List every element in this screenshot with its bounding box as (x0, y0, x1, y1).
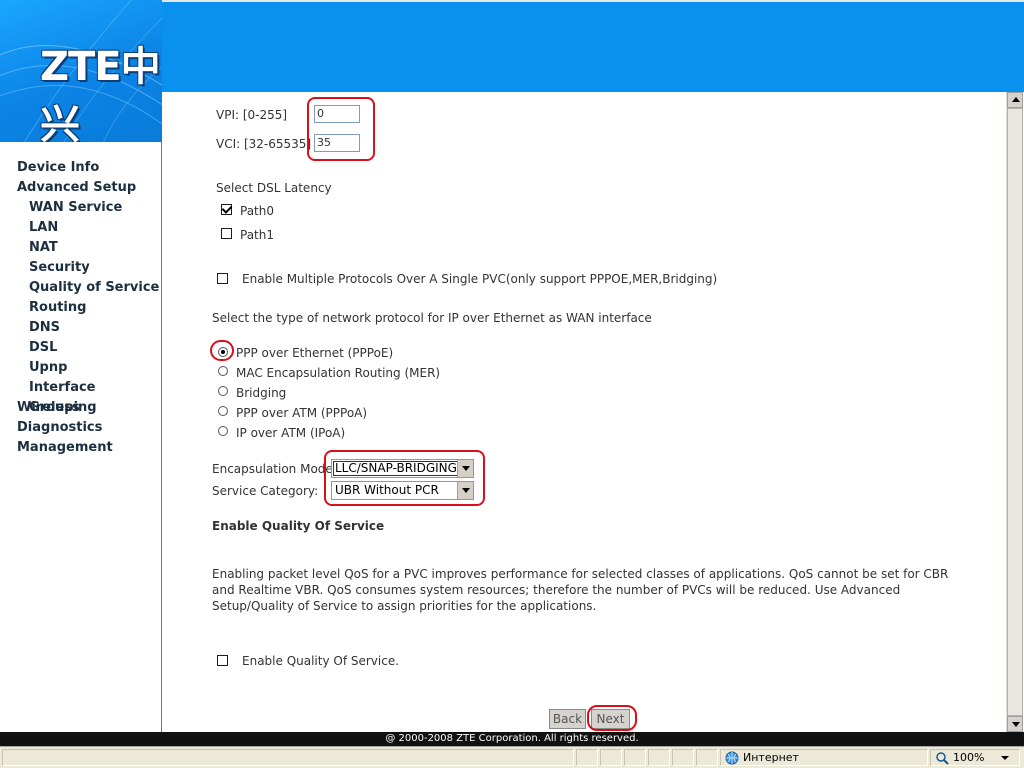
sidebar-nav: Device Info Advanced Setup WAN Service L… (0, 142, 162, 732)
protocol-label-ipoa: IP over ATM (IPoA) (236, 426, 346, 440)
status-segment (600, 749, 622, 766)
qos-description: Enabling packet level QoS for a PVC impr… (212, 567, 949, 613)
protocol-radio-ipoa[interactable] (218, 426, 228, 436)
sidebar-item-management[interactable]: Management (0, 438, 161, 458)
protocol-radio-pppoa[interactable] (218, 406, 228, 416)
path0-label: Path0 (240, 204, 274, 218)
status-zoom-segment[interactable]: 100% (930, 749, 1020, 766)
sidebar-item-quality-of-service[interactable]: Quality of Service (0, 278, 161, 298)
latency-title: Select DSL Latency (216, 181, 332, 195)
vpi-input[interactable]: 0 (314, 105, 360, 123)
sidebar-item-lan[interactable]: LAN (0, 218, 161, 238)
multi-protocol-checkbox[interactable] (217, 273, 228, 284)
next-button[interactable]: Next (591, 709, 630, 729)
status-segment (696, 749, 718, 766)
status-zone-segment: Интернет (720, 749, 928, 766)
qos-enable-label: Enable Quality Of Service. (242, 654, 400, 668)
protocol-label-bridging: Bridging (236, 386, 287, 400)
status-segment (576, 749, 598, 766)
sidebar-item-dsl[interactable]: DSL (0, 338, 161, 358)
scroll-thumb[interactable] (1007, 108, 1023, 716)
main-content: VPI: [0-255] 0 VCI: [32-65535] 35 Select… (162, 92, 1006, 732)
sidebar-item-wan-service[interactable]: WAN Service (0, 198, 161, 218)
protocol-radio-mer[interactable] (218, 366, 228, 376)
service-category-label: Service Category: (212, 484, 319, 498)
sidebar-item-nat[interactable]: NAT (0, 238, 161, 258)
zte-logo: ZTE中兴 (40, 44, 161, 142)
status-zone-text: Интернет (743, 751, 799, 764)
zoom-chevron-down-icon[interactable] (1001, 756, 1009, 760)
vpi-label: VPI: [0-255] (216, 108, 288, 122)
sidebar-item-advanced-setup[interactable]: Advanced Setup (0, 178, 161, 198)
qos-enable-checkbox[interactable] (217, 655, 228, 666)
browser-status-bar: Интернет 100% (0, 746, 1024, 768)
back-button[interactable]: Back (549, 709, 586, 729)
service-category-value: UBR Without PCR (335, 483, 439, 497)
path0-checkbox[interactable] (221, 204, 232, 215)
status-segment (624, 749, 646, 766)
protocol-radio-pppoe[interactable] (218, 347, 228, 357)
sidebar-item-diagnostics[interactable]: Diagnostics (0, 418, 161, 438)
footer-copyright: @ 2000-2008 ZTE Corporation. All rights … (0, 732, 1024, 746)
protocol-label-mer: MAC Encapsulation Routing (MER) (236, 366, 441, 380)
protocol-title: Select the type of network protocol for … (212, 311, 652, 325)
encapsulation-mode-value: LLC/SNAP-BRIDGING (335, 461, 457, 475)
encapsulation-mode-label: Encapsulation Mode: (212, 462, 337, 476)
chevron-down-icon (457, 482, 473, 499)
service-category-select[interactable]: UBR Without PCR (331, 481, 474, 500)
nav-list: Device Info Advanced Setup WAN Service L… (0, 142, 161, 458)
multi-protocol-label: Enable Multiple Protocols Over A Single … (242, 272, 718, 286)
vci-input[interactable]: 35 (314, 134, 360, 152)
sidebar-item-routing[interactable]: Routing (0, 298, 161, 318)
protocol-radio-bridging[interactable] (218, 386, 228, 396)
chevron-down-icon (457, 460, 473, 477)
vci-label: VCI: [32-65535] (216, 137, 312, 151)
sidebar-item-upnp[interactable]: Upnp (0, 358, 161, 378)
sidebar-item-interface-grouping[interactable]: Interface Grouping (0, 378, 161, 415)
sidebar-item-security[interactable]: Security (0, 258, 161, 278)
scroll-down-icon[interactable] (1007, 716, 1023, 732)
zoom-magnifier-icon (936, 752, 949, 765)
globe-icon (725, 751, 739, 765)
scroll-up-icon[interactable] (1007, 92, 1023, 108)
protocol-label-pppoe: PPP over Ethernet (PPPoE) (236, 346, 394, 360)
encapsulation-mode-select[interactable]: LLC/SNAP-BRIDGING (331, 459, 474, 478)
status-segment (648, 749, 670, 766)
status-main-segment (2, 749, 574, 766)
vertical-scrollbar[interactable] (1006, 92, 1023, 732)
path1-label: Path1 (240, 228, 274, 242)
sidebar-item-device-info[interactable]: Device Info (0, 158, 161, 178)
sidebar-item-dns[interactable]: DNS (0, 318, 161, 338)
qos-title: Enable Quality Of Service (212, 519, 385, 533)
protocol-label-pppoa: PPP over ATM (PPPoA) (236, 406, 368, 420)
path1-checkbox[interactable] (221, 228, 232, 239)
logo-panel: ZTE中兴 (0, 0, 162, 142)
status-segment (672, 749, 694, 766)
status-zoom-text: 100% (953, 751, 985, 764)
